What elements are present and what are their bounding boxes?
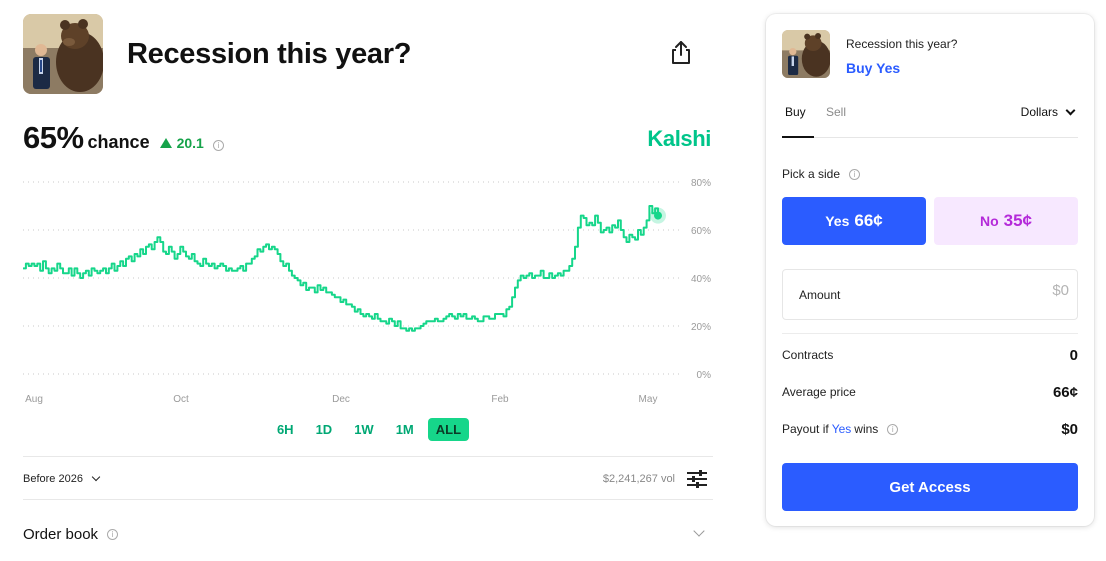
market-image — [23, 14, 103, 94]
amount-input[interactable] — [949, 282, 1069, 299]
contracts-label: Contracts — [782, 348, 834, 362]
x-tick-label: Oct — [173, 394, 189, 405]
pick-side-text: Pick a side — [782, 167, 841, 181]
volume-label: $2,241,267 vol — [602, 473, 675, 485]
y-tick-label: 20% — [691, 322, 711, 333]
y-tick-label: 80% — [691, 178, 711, 189]
range-button-6h[interactable]: 6H — [269, 418, 302, 441]
chevron-down-icon — [91, 472, 101, 482]
currency-select[interactable]: Dollars — [1020, 105, 1076, 119]
brand-logo: Kalshi — [647, 126, 711, 151]
get-access-button[interactable]: Get Access — [782, 463, 1078, 511]
payout-value: $0 — [1061, 420, 1078, 438]
no-button[interactable]: No 35¢ — [934, 197, 1078, 245]
market-image — [782, 30, 830, 78]
trade-card-header: Recession this year? Buy Yes — [782, 30, 957, 78]
info-icon[interactable]: i — [107, 528, 119, 540]
share-button[interactable] — [669, 40, 693, 66]
range-button-1m[interactable]: 1M — [388, 418, 422, 441]
pick-side-label: Pick a side i — [782, 167, 861, 181]
side-selector: Yes 66¢ No 35¢ — [782, 197, 1078, 245]
contracts-row: Contracts 0 — [782, 345, 1078, 365]
currency-label: Dollars — [1020, 105, 1058, 119]
filter-button[interactable] — [686, 469, 708, 489]
period-select[interactable]: Before 2026 — [23, 472, 101, 485]
market-header: Recession this year? — [23, 14, 713, 94]
y-tick-label: 0% — [697, 370, 712, 381]
share-icon — [672, 41, 690, 64]
x-tick-label: Aug — [25, 394, 43, 405]
tab-buy[interactable]: Buy — [785, 105, 806, 119]
order-book-label: Order book — [23, 525, 99, 543]
order-book-toggle[interactable]: Order book i — [23, 514, 713, 554]
sliders-icon — [687, 470, 707, 488]
period-select-label: Before 2026 — [23, 473, 83, 485]
range-selector: 6H 1D 1W 1M ALL — [23, 418, 713, 441]
average-price-row: Average price 66¢ — [782, 382, 1078, 402]
payout-prefix: Payout if — [782, 422, 829, 436]
price-chart-svg: 0% 20% 40% 60% 80% Aug Oct Dec Feb May — [23, 178, 712, 405]
price-series-line — [23, 205, 659, 332]
x-tick-label: May — [639, 394, 658, 405]
latest-point — [654, 211, 662, 220]
range-button-1w[interactable]: 1W — [346, 418, 382, 441]
divider — [23, 456, 713, 457]
trade-tabs: Buy Sell Dollars — [782, 96, 1078, 138]
amount-label: Amount — [799, 288, 841, 302]
average-price-label: Average price — [782, 385, 856, 399]
yes-button[interactable]: Yes 66¢ — [782, 197, 926, 245]
x-tick-label: Feb — [491, 394, 509, 405]
amount-field[interactable]: Amount — [782, 269, 1078, 320]
payout-yes: Yes — [831, 422, 852, 436]
payout-row: Payout if Yes wins i $0 — [782, 419, 1078, 439]
range-button-all[interactable]: ALL — [427, 418, 470, 441]
yes-price: 66¢ — [854, 211, 883, 230]
trade-selection: Buy Yes — [846, 60, 901, 76]
market-title: Recession this year? — [127, 37, 412, 70]
no-price: 35¢ — [1003, 211, 1033, 230]
divider — [782, 333, 1078, 334]
chevron-down-icon — [1065, 105, 1076, 115]
market-meta-row: Before 2026 $2,241,267 vol — [23, 459, 713, 499]
info-icon[interactable]: i — [849, 168, 861, 180]
chance-row: 65% chance 20.1 i Kalshi — [23, 120, 713, 160]
tab-buy-underline — [782, 136, 814, 138]
chance-delta: 20.1 — [159, 135, 204, 151]
triangle-up-icon — [159, 138, 172, 148]
price-chart: 0% 20% 40% 60% 80% Aug Oct Dec Feb May — [23, 174, 713, 414]
tab-sell[interactable]: Sell — [826, 105, 846, 119]
chance-percent: 65% — [23, 120, 84, 155]
trade-question: Recession this year? — [846, 37, 958, 51]
info-icon[interactable]: i — [212, 140, 224, 151]
no-label: No — [979, 213, 999, 229]
chance-label: chance — [87, 132, 150, 152]
market-panel: Recession this year? 65% chance 20.1 i K… — [23, 14, 713, 543]
y-tick-label: 60% — [691, 226, 711, 237]
range-button-1d[interactable]: 1D — [308, 418, 341, 441]
chance-delta-value: 20.1 — [176, 135, 204, 151]
x-tick-label: Dec — [332, 394, 350, 405]
payout-suffix: wins — [854, 422, 879, 436]
contracts-value: 0 — [1069, 346, 1078, 364]
trade-card: Recession this year? Buy Yes Buy Sell Do… — [766, 14, 1094, 526]
average-price-value: 66¢ — [1052, 383, 1078, 401]
chevron-down-icon — [693, 525, 705, 537]
yes-label: Yes — [825, 213, 850, 229]
divider — [23, 499, 713, 500]
info-icon[interactable]: i — [887, 423, 899, 435]
y-tick-label: 40% — [691, 274, 711, 285]
